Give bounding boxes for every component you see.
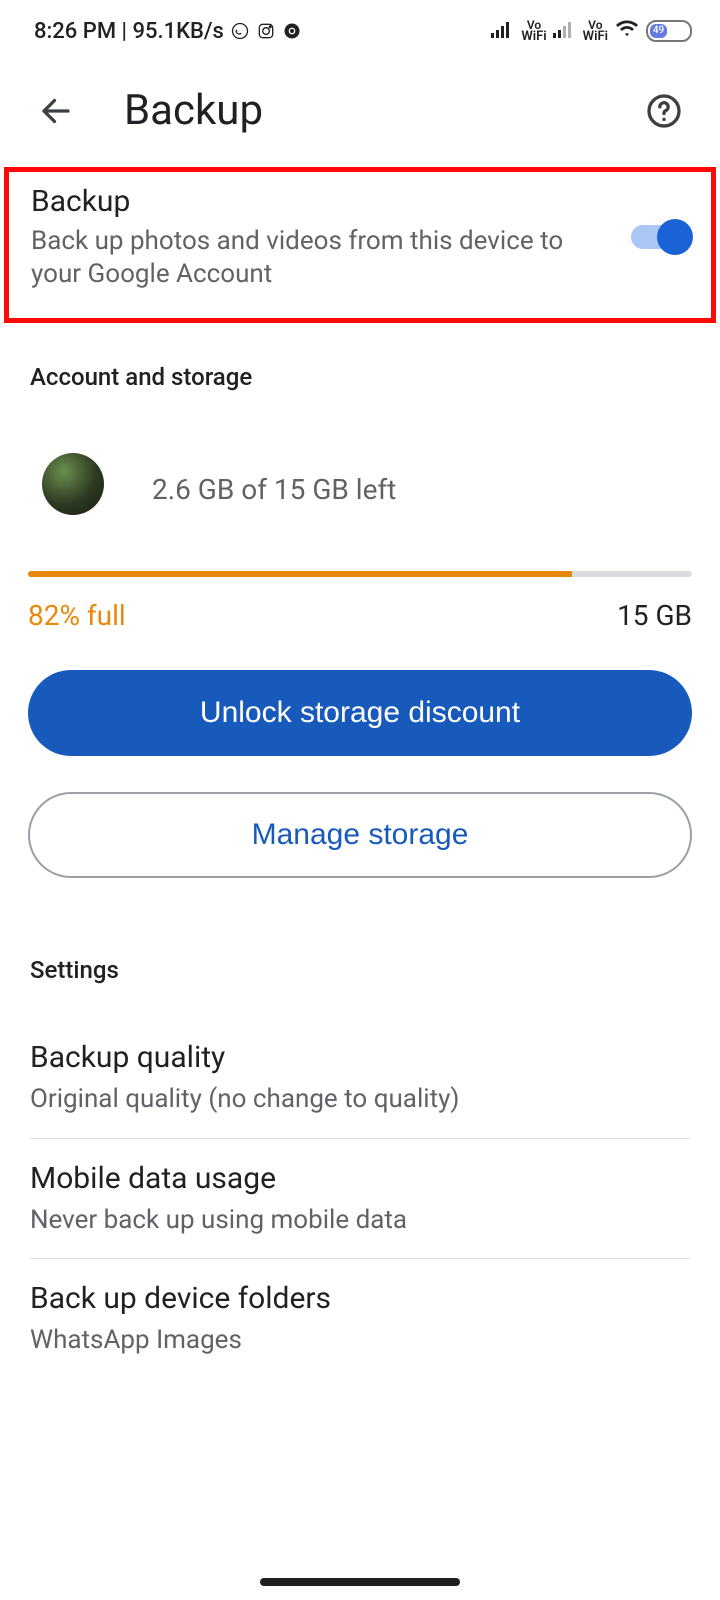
backup-toggle-description: Back up photos and videos from this devi… xyxy=(31,225,611,290)
help-button[interactable] xyxy=(640,87,688,135)
back-button[interactable] xyxy=(32,87,80,135)
battery-icon: 49 xyxy=(646,20,692,42)
setting-sub: Never back up using mobile data xyxy=(30,1204,690,1237)
storage-progress: 82% full 15 GB xyxy=(0,527,720,632)
progress-labels: 82% full 15 GB xyxy=(28,599,692,632)
settings-list: Settings Backup quality Original quality… xyxy=(0,878,720,1379)
help-icon xyxy=(644,91,684,131)
chrome-icon xyxy=(282,21,302,41)
instagram-icon xyxy=(256,21,276,41)
status-right: VoWiFi VoWiFi 49 xyxy=(491,18,692,44)
setting-sub: Original quality (no change to quality) xyxy=(30,1083,690,1116)
account-row[interactable]: 2.6 GB of 15 GB left xyxy=(0,401,720,527)
app-bar: Backup xyxy=(0,62,720,159)
setting-device-folders[interactable]: Back up device folders WhatsApp Images xyxy=(30,1259,690,1379)
nav-handle[interactable] xyxy=(260,1578,460,1586)
whatsapp-icon xyxy=(230,21,250,41)
switch-knob xyxy=(657,219,693,255)
setting-title: Backup quality xyxy=(30,1040,690,1075)
wifi-icon xyxy=(614,18,640,44)
section-account-label: Account and storage xyxy=(0,323,720,401)
backup-toggle-row[interactable]: Backup Back up photos and videos from th… xyxy=(4,167,716,323)
arrow-left-icon xyxy=(38,93,74,129)
status-left: 8:26 PM | 95.1KB/s xyxy=(34,19,302,44)
avatar xyxy=(42,453,104,515)
backup-toggle-title: Backup xyxy=(31,184,611,219)
status-bar: 8:26 PM | 95.1KB/s VoWiFi VoWiFi 49 xyxy=(0,0,720,62)
button-stack: Unlock storage discount Manage storage xyxy=(0,632,720,878)
signal-icon-2 xyxy=(553,19,575,44)
manage-storage-button[interactable]: Manage storage xyxy=(28,792,692,878)
setting-title: Back up device folders xyxy=(30,1281,690,1316)
backup-switch[interactable] xyxy=(631,225,689,249)
progress-bar xyxy=(28,571,692,577)
storage-capacity: 15 GB xyxy=(617,599,692,632)
setting-mobile-data[interactable]: Mobile data usage Never back up using mo… xyxy=(30,1139,690,1260)
vowifi-icon-2: VoWiFi xyxy=(583,19,608,43)
battery-level: 49 xyxy=(650,24,667,38)
setting-title: Mobile data usage xyxy=(30,1161,690,1196)
section-settings-label: Settings xyxy=(30,878,690,1018)
backup-toggle-texts: Backup Back up photos and videos from th… xyxy=(31,184,611,290)
unlock-storage-button[interactable]: Unlock storage discount xyxy=(28,670,692,756)
signal-icon xyxy=(491,19,513,44)
storage-summary: 2.6 GB of 15 GB left xyxy=(152,473,396,506)
setting-sub: WhatsApp Images xyxy=(30,1324,690,1357)
status-time: 8:26 PM | 95.1KB/s xyxy=(34,19,224,44)
vowifi-icon: VoWiFi xyxy=(521,19,546,43)
progress-fill xyxy=(28,571,572,577)
setting-backup-quality[interactable]: Backup quality Original quality (no chan… xyxy=(30,1018,690,1139)
page-title: Backup xyxy=(124,86,640,135)
storage-percent: 82% full xyxy=(28,599,126,632)
